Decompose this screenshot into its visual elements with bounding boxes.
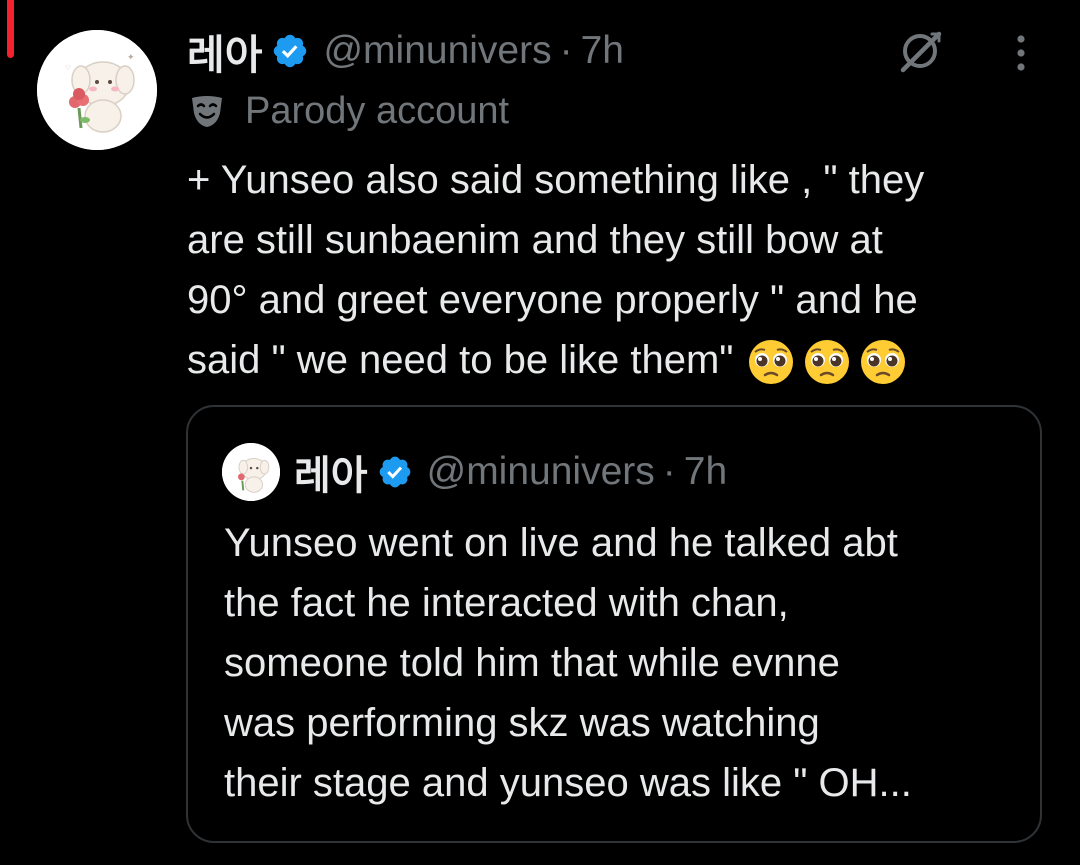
emoji-group	[747, 338, 915, 386]
tweet-text: + Yunseo also said something like , " th…	[187, 150, 1057, 390]
avatar[interactable]: ✦ ♡	[37, 30, 157, 150]
author-handle[interactable]: @minunivers	[323, 29, 551, 73]
more-options-icon[interactable]	[1000, 32, 1042, 74]
quoted-avatar-image	[222, 443, 280, 501]
quoted-tweet-card[interactable]: 레아 @minunivers · 7h Yunseo went on live …	[186, 405, 1042, 843]
parody-account-label: Parody account	[189, 86, 509, 136]
svg-text:♡: ♡	[65, 64, 71, 72]
verified-badge-icon[interactable]	[377, 454, 413, 490]
verified-badge-icon[interactable]	[271, 32, 309, 70]
separator-dot: ·	[559, 29, 573, 72]
separator-dot: ·	[662, 450, 676, 493]
pleading-face-icon	[749, 340, 794, 385]
quoted-avatar[interactable]	[222, 443, 280, 501]
grok-icon[interactable]	[895, 26, 945, 76]
pleading-face-icon	[861, 340, 906, 385]
quoted-timestamp[interactable]: 7h	[684, 450, 727, 494]
tweet-text-line: said " we need to be like them"	[187, 330, 1057, 390]
tweet-text-line: + Yunseo also said something like , " th…	[187, 158, 925, 202]
quoted-text-line: was performing skz was watching	[224, 701, 820, 745]
tweet-text-line: 90° and greet everyone properly " and he	[187, 278, 918, 322]
pleading-face-icon	[805, 340, 850, 385]
quoted-author-handle[interactable]: @minunivers	[427, 450, 655, 494]
svg-text:✦: ✦	[127, 52, 135, 62]
tweet-header: 레아 @minunivers · 7h	[187, 24, 624, 78]
thread-indicator	[7, 0, 14, 58]
quoted-text-line: the fact he interacted with chan,	[224, 581, 789, 625]
quoted-text-line: Yunseo went on live and he talked abt	[224, 521, 898, 565]
timestamp[interactable]: 7h	[581, 29, 624, 73]
parody-label-text: Parody account	[245, 89, 510, 132]
quoted-text-line: someone told him that while evnne	[224, 641, 840, 685]
quoted-text-line: their stage and yunseo was like " OH...	[224, 761, 912, 805]
quoted-tweet-header: 레아 @minunivers · 7h	[222, 443, 727, 501]
author-name[interactable]: 레아	[187, 21, 262, 81]
avatar-image: ✦ ♡	[37, 30, 157, 150]
tweet-text-line: are still sunbaenim and they still bow a…	[187, 218, 883, 262]
quoted-tweet-text: Yunseo went on live and he talked abt th…	[224, 513, 1024, 813]
quoted-author-name[interactable]: 레아	[294, 443, 368, 501]
tweet-text-line-content: said " we need to be like them"	[187, 338, 734, 382]
theater-mask-icon	[192, 96, 222, 127]
